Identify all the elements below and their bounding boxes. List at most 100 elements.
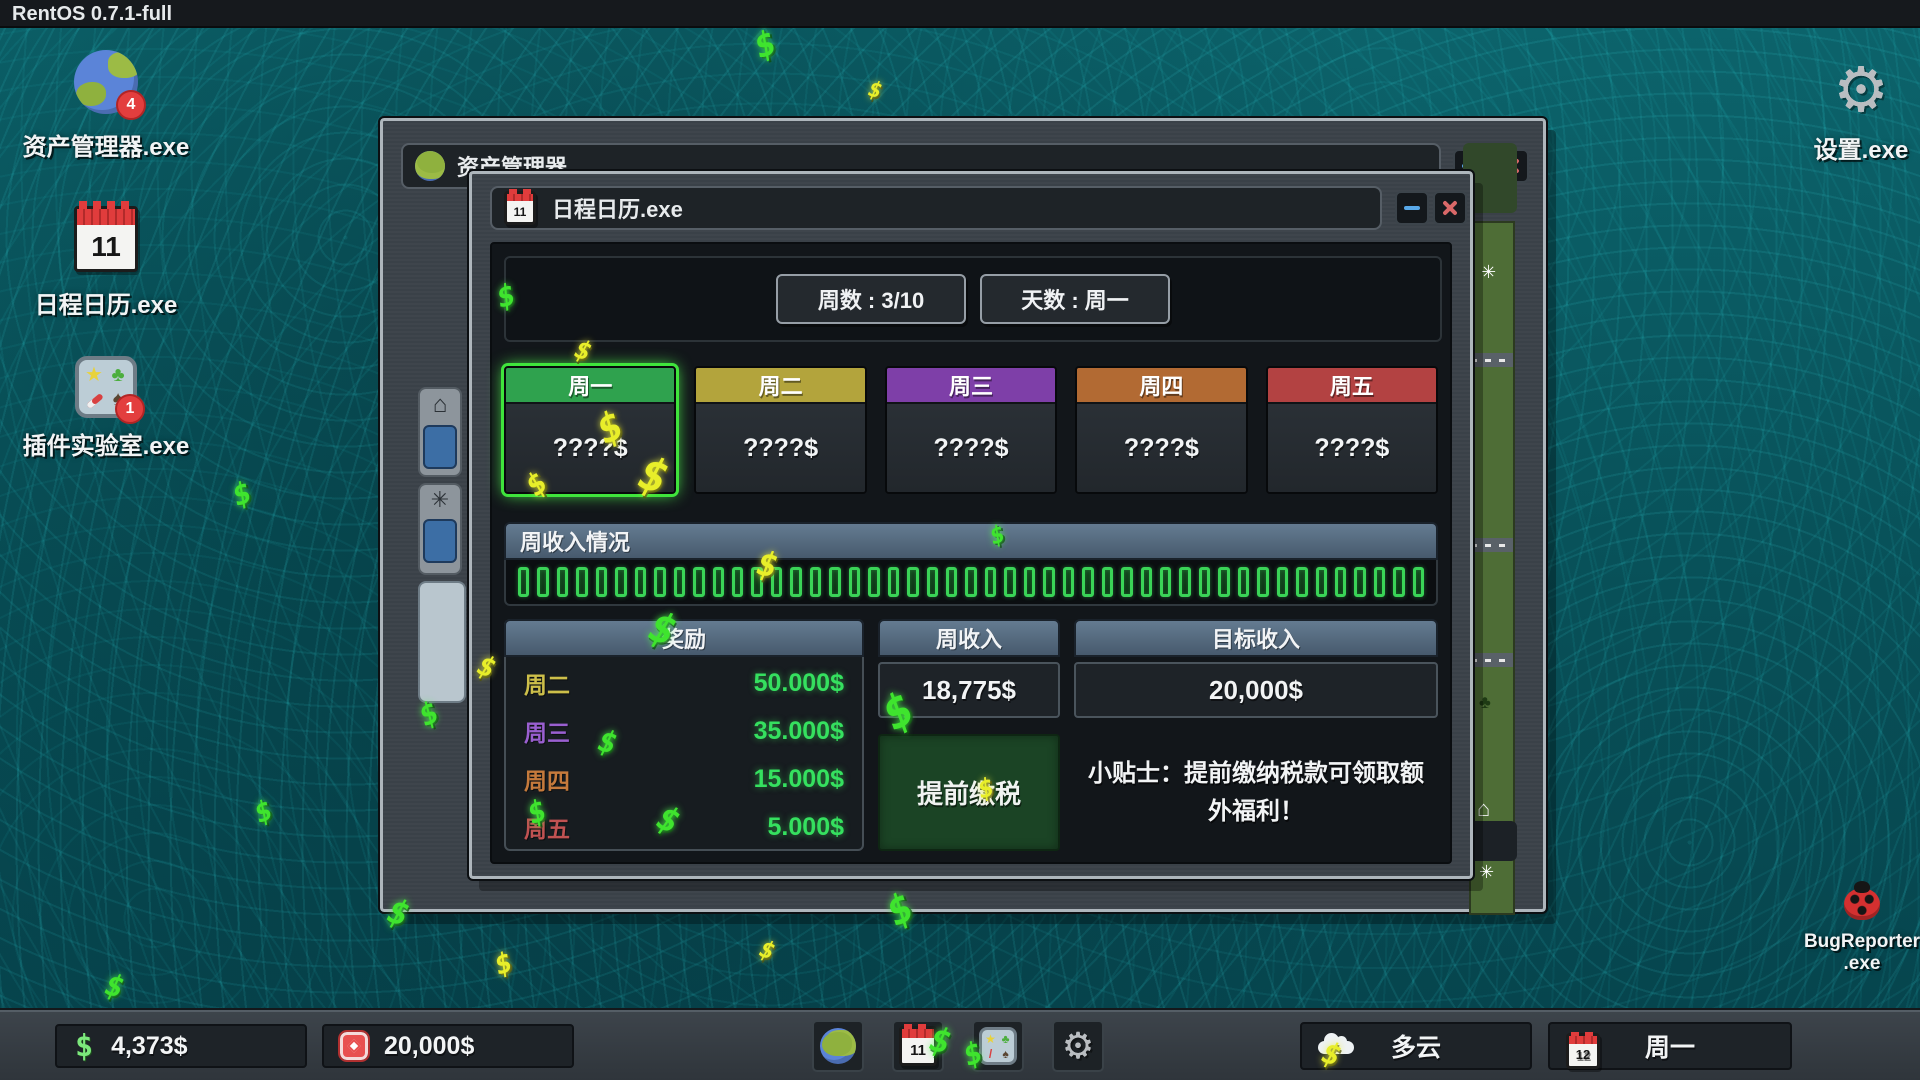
progress-segment	[596, 567, 607, 597]
os-title: RentOS 0.7.1-full	[12, 3, 172, 25]
ladybug-icon	[1844, 888, 1880, 920]
plugin-lab-icon: ★ ♣ / ♠	[979, 1027, 1017, 1065]
notification-badge: 4	[116, 90, 146, 120]
icon-label: 插件实验室.exe	[16, 426, 196, 461]
tax-target-indicator[interactable]: 20,000$	[322, 1024, 574, 1068]
week-income-progress-header: 周收入情况	[504, 522, 1438, 560]
taskbar-app-calendar[interactable]: 11	[892, 1020, 944, 1072]
day-number-button[interactable]: 天数 : 周一	[980, 274, 1170, 324]
tab-button[interactable]	[423, 519, 457, 563]
progress-segment	[1296, 567, 1307, 597]
progress-segment	[1179, 567, 1190, 597]
progress-segment	[946, 567, 957, 597]
window-title: 日程日历.exe	[552, 192, 683, 224]
progress-segment	[1335, 567, 1346, 597]
reward-day: 周四	[524, 762, 570, 796]
reward-row: 周四 15.000$	[506, 755, 862, 803]
taskbar-app-settings[interactable]: ⚙	[1052, 1020, 1104, 1072]
icon-label: 日程日历.exe	[16, 285, 196, 320]
map-panel-fragment	[1469, 821, 1517, 861]
progress-segment	[1121, 567, 1132, 597]
progress-segment	[927, 567, 938, 597]
reward-row: 周五 5.000$	[506, 803, 862, 851]
income-progress	[504, 560, 1438, 606]
week-number-button[interactable]: 周数 : 3/10	[776, 274, 966, 324]
desktop-icon-calendar[interactable]: 11 日程日历.exe	[16, 206, 196, 320]
target-income-header: 目标收入	[1074, 619, 1438, 657]
desktop-icon-plugin-lab[interactable]: ★ ♣ ♠ 1 插件实验室.exe	[16, 356, 196, 461]
week-income-value: 18,775$	[878, 662, 1060, 718]
progress-segment	[1316, 567, 1327, 597]
progress-segment	[1257, 567, 1268, 597]
screen: RentOS 0.7.1-full 4 资产管理器.exe 11 日程日历.ex…	[0, 0, 1920, 1080]
tab-button[interactable]	[423, 425, 457, 469]
progress-segment	[771, 567, 782, 597]
progress-segment	[888, 567, 899, 597]
progress-segment	[713, 567, 724, 597]
day-card-friday[interactable]: 周五 ????$	[1266, 366, 1438, 494]
clover-icon: ♣	[107, 364, 129, 386]
tax-tip-text: 小贴士：提前缴纳税款可领取额外福利！	[1074, 734, 1438, 851]
sidebar-panel	[418, 581, 466, 703]
rewards-rows: 周二 50.000$ 周三 35.000$ 周四 15.000$ 周五 5.00…	[506, 659, 862, 851]
progress-segment	[1199, 567, 1210, 597]
progress-segment	[1102, 567, 1113, 597]
progress-segment	[1374, 567, 1385, 597]
progress-segment	[985, 567, 996, 597]
weather-indicator[interactable]: 多云	[1300, 1022, 1532, 1070]
reward-day: 周三	[524, 714, 570, 748]
week-income-panel: 周收入 18,775$	[878, 619, 1060, 718]
globe-icon: 4	[74, 50, 138, 114]
desktop-icon-bug-reporter[interactable]: BugReporter .exe	[1782, 888, 1920, 975]
progress-segment	[1141, 567, 1152, 597]
sidebar-tab-plants[interactable]: ✳	[418, 483, 462, 575]
calendar-icon: 11	[74, 206, 138, 272]
progress-segment	[576, 567, 587, 597]
day-cards-row: 周一 ????$ 周二 ????$ 周三 ????$ 周四 ????$ 周五	[504, 366, 1438, 494]
progress-segment	[751, 567, 762, 597]
progress-segment	[635, 567, 646, 597]
rewards-panel: 奖励 周二 50.000$ 周三 35.000$ 周四 15.000$	[504, 619, 864, 851]
gear-icon: ⚙	[1833, 56, 1889, 125]
desktop-icon-asset-manager[interactable]: 4 资产管理器.exe	[16, 50, 196, 162]
rewards-header: 奖励	[504, 619, 864, 657]
reward-value: 5.000$	[768, 813, 844, 842]
progress-segment	[810, 567, 821, 597]
gear-icon: ⚙	[1062, 1028, 1094, 1064]
weekday-text: 周一	[1550, 1028, 1790, 1064]
flower-icon: ✳	[420, 487, 460, 513]
sidebar-tab-home[interactable]: ⌂	[418, 387, 462, 477]
day-card-header: 周三	[887, 368, 1055, 404]
taskbar-app-asset-manager[interactable]	[812, 1020, 864, 1072]
progress-segment	[868, 567, 879, 597]
pay-tax-early-button[interactable]: 提前缴税	[878, 734, 1060, 851]
day-card-thursday[interactable]: 周四 ????$	[1075, 366, 1247, 494]
progress-segment	[557, 567, 568, 597]
os-title-bar: RentOS 0.7.1-full	[0, 0, 1920, 28]
progress-segment	[1393, 567, 1404, 597]
target-income-panel: 目标收入 20,000$	[1074, 619, 1438, 718]
tree-tile-icon: ♣	[1479, 693, 1491, 711]
icon-label: 设置.exe	[1766, 130, 1920, 165]
day-card-header: 周四	[1077, 368, 1245, 404]
close-button[interactable]	[1433, 191, 1467, 225]
day-card-monday[interactable]: 周一 ????$	[504, 366, 676, 494]
day-card-header: 周二	[696, 368, 864, 404]
week-info-panel: 周数 : 3/10 天数 : 周一	[504, 256, 1442, 342]
plugin-lab-icon: ★ ♣ ♠ 1	[75, 356, 137, 418]
taskbar-app-plugin-lab[interactable]: ★ ♣ / ♠	[972, 1020, 1024, 1072]
money-indicator[interactable]: $ 4,373$	[55, 1024, 307, 1068]
weekday-indicator[interactable]: 12 周一	[1548, 1022, 1792, 1070]
flower-tile-icon: ✳	[1481, 263, 1496, 281]
reward-row: 周二 50.000$	[506, 659, 862, 707]
desktop-icon-settings[interactable]: ⚙ 设置.exe	[1766, 60, 1920, 165]
minimize-button[interactable]	[1395, 191, 1429, 225]
progress-segment	[965, 567, 976, 597]
day-card-tuesday[interactable]: 周二 ????$	[694, 366, 866, 494]
progress-segment	[693, 567, 704, 597]
globe-icon	[820, 1028, 856, 1064]
icon-label: BugReporter	[1782, 931, 1920, 953]
day-card-wednesday[interactable]: 周三 ????$	[885, 366, 1057, 494]
reward-day: 周二	[524, 666, 570, 700]
calendar-titlebar[interactable]: 11 日程日历.exe	[490, 186, 1382, 230]
